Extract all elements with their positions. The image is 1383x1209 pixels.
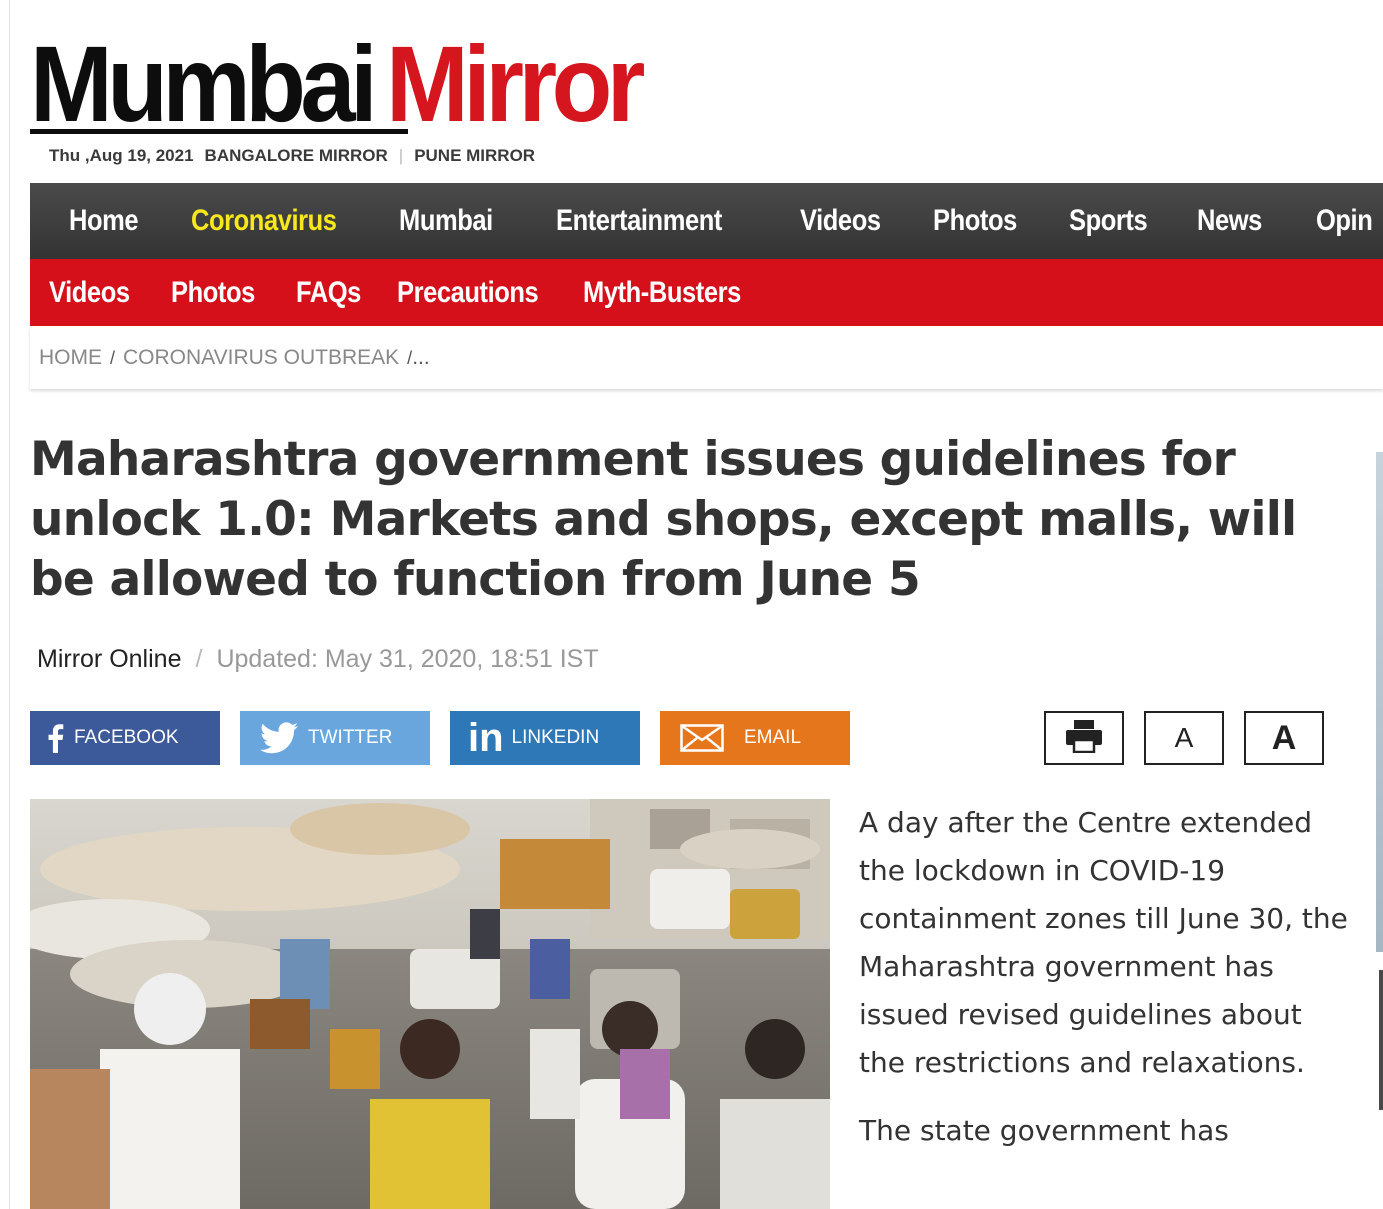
divider: |	[398, 146, 404, 165]
article-photo	[30, 799, 830, 1209]
page-left-border	[9, 0, 10, 1209]
font-size-small-button[interactable]: A	[1144, 711, 1224, 765]
logo-underline	[30, 129, 408, 134]
print-button[interactable]	[1044, 711, 1124, 765]
twitter-icon	[260, 722, 298, 754]
logo-word-mumbai: Mumbai	[30, 23, 378, 144]
linkedin-share-button[interactable]: in LINKEDIN	[450, 711, 640, 765]
twitter-label: TWITTER	[308, 727, 393, 748]
sidebar-ad-edge	[1376, 452, 1383, 952]
masthead-subline: Thu ,Aug 19, 2021 BANGALORE MIRROR | PUN…	[49, 146, 535, 166]
facebook-share-button[interactable]: FACEBOOK	[30, 711, 220, 765]
article-headline: Maharashtra government issues guidelines…	[30, 432, 1297, 607]
subnav-item-faqs[interactable]: FAQs	[296, 276, 382, 310]
article-paragraph: A day after the Centre extended the lock…	[859, 806, 1348, 1079]
article-paragraph: The state government has	[859, 1114, 1229, 1147]
email-share-button[interactable]: EMAIL	[660, 711, 850, 765]
nav-item-home[interactable]: Home	[69, 204, 173, 238]
linkedin-label: LINKEDIN	[511, 727, 600, 748]
breadcrumb-section[interactable]: CORONAVIRUS OUTBREAK	[123, 346, 399, 370]
nav-item-entertainment[interactable]: Entertainment	[556, 204, 763, 238]
nav-item-opinion[interactable]: Opin	[1316, 204, 1373, 238]
sidebar-edge	[1379, 970, 1383, 1110]
breadcrumb-more: ...	[412, 346, 430, 369]
article-body: A day after the Centre extended the lock…	[859, 799, 1349, 1175]
nav-item-videos[interactable]: Videos	[800, 204, 913, 238]
author-name[interactable]: Mirror Online	[37, 645, 181, 674]
site-logo[interactable]: Mumbai Mirror	[30, 22, 662, 144]
linkedin-icon: in	[468, 716, 504, 760]
nav-item-news[interactable]: News	[1197, 204, 1298, 238]
print-icon	[1064, 719, 1104, 758]
updated-timestamp: Updated: May 31, 2020, 18:51 IST	[216, 645, 599, 673]
byline-separator: /	[195, 645, 203, 673]
pune-mirror-link[interactable]: PUNE MIRROR	[414, 146, 535, 166]
email-icon	[680, 724, 724, 752]
nav-item-sports[interactable]: Sports	[1069, 204, 1178, 238]
current-date: Thu ,Aug 19, 2021	[49, 146, 194, 165]
facebook-icon	[46, 723, 64, 753]
breadcrumb: HOME / CORONAVIRUS OUTBREAK / ...	[30, 327, 1383, 389]
breadcrumb-home[interactable]: HOME	[39, 346, 102, 370]
twitter-share-button[interactable]: TWITTER	[240, 711, 430, 765]
sub-nav: Videos Photos FAQs Precautions Myth-Bust…	[30, 259, 1383, 326]
nav-item-mumbai[interactable]: Mumbai	[399, 204, 532, 238]
nav-item-photos[interactable]: Photos	[933, 204, 1049, 238]
breadcrumb-separator: /	[110, 347, 116, 368]
email-label: EMAIL	[744, 727, 802, 748]
facebook-label: FACEBOOK	[74, 727, 179, 748]
subnav-item-myth-busters[interactable]: Myth-Busters	[583, 276, 741, 310]
logo-word-mirror: Mirror	[386, 23, 645, 144]
bangalore-mirror-link[interactable]: BANGALORE MIRROR	[205, 146, 388, 166]
subnav-item-precautions[interactable]: Precautions	[397, 276, 555, 310]
subnav-item-videos[interactable]: Videos	[49, 276, 153, 310]
font-size-large-button[interactable]: A	[1244, 711, 1324, 765]
subnav-item-photos[interactable]: Photos	[171, 276, 277, 310]
article-byline: Mirror Online / Updated: May 31, 2020, 1…	[37, 645, 599, 674]
main-nav: Home Coronavirus Mumbai Entertainment Vi…	[30, 183, 1383, 259]
nav-item-coronavirus[interactable]: Coronavirus	[191, 204, 368, 238]
